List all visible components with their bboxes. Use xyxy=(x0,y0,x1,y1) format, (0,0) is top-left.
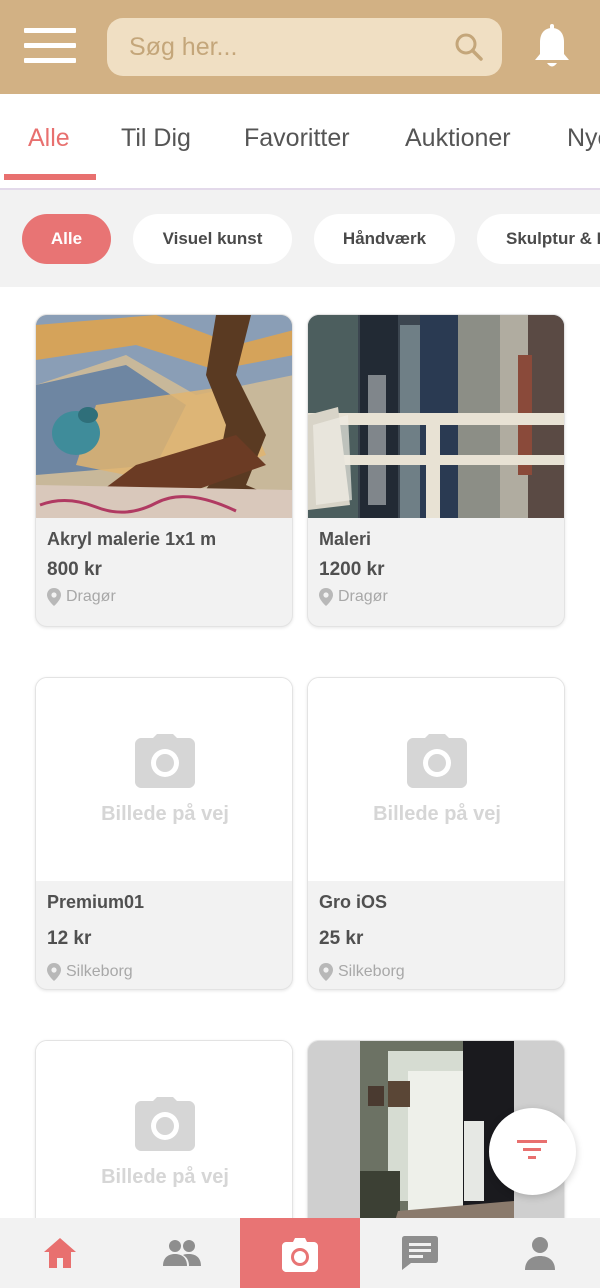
listing-location-text: Dragør xyxy=(338,588,388,605)
listing-price: 25 kr xyxy=(319,928,364,949)
listing-image xyxy=(308,315,564,518)
listing-card[interactable]: Billede på vej Gro iOS 25 kr Silkeborg xyxy=(307,677,565,990)
nav-home[interactable] xyxy=(0,1218,120,1288)
tab-til-dig[interactable]: Til Dig xyxy=(121,94,191,188)
image-placeholder: Billede på vej xyxy=(36,678,292,881)
image-placeholder: Billede på vej xyxy=(36,1041,292,1244)
search-bar[interactable] xyxy=(107,18,502,76)
image-placeholder: Billede på vej xyxy=(308,678,564,881)
listing-location: Dragør xyxy=(47,588,116,606)
hamburger-menu-icon[interactable] xyxy=(24,28,76,64)
chat-icon xyxy=(402,1236,438,1270)
image-placeholder-text: Billede på vej xyxy=(373,803,501,825)
image-placeholder-text: Billede på vej xyxy=(101,1166,229,1188)
category-tabs: Alle Til Dig Favoritter Auktioner Nye xyxy=(0,94,600,190)
tab-auktioner[interactable]: Auktioner xyxy=(405,94,511,188)
camera-icon xyxy=(282,1238,318,1272)
listing-location: Dragør xyxy=(319,588,388,606)
listing-title: Maleri xyxy=(319,529,372,549)
listing-image: Billede på vej xyxy=(36,678,292,881)
listing-image xyxy=(36,315,292,518)
location-pin-icon xyxy=(319,588,333,606)
listing-title: Gro iOS xyxy=(319,892,388,912)
people-icon xyxy=(163,1240,201,1266)
chip-visuel-kunst[interactable]: Visuel kunst xyxy=(133,214,292,264)
tab-nye[interactable]: Nye xyxy=(567,94,600,188)
bell-icon[interactable] xyxy=(532,24,572,70)
nav-messages[interactable] xyxy=(360,1218,480,1288)
nav-camera[interactable] xyxy=(240,1218,360,1288)
profile-icon xyxy=(525,1237,555,1270)
listing-card[interactable]: Akryl malerie 1x1 m 800 kr Dragør xyxy=(35,314,293,627)
location-pin-icon xyxy=(47,588,61,606)
chip-skulptur-design[interactable]: Skulptur & Design xyxy=(477,214,600,264)
listing-location: Silkeborg xyxy=(47,963,133,981)
listing-location: Silkeborg xyxy=(319,963,405,981)
nav-community[interactable] xyxy=(120,1218,240,1288)
chip-alle[interactable]: Alle xyxy=(22,214,111,264)
filter-chip-bar: Alle Visuel kunst Håndværk Skulptur & De… xyxy=(0,190,600,287)
search-input[interactable] xyxy=(129,18,449,76)
location-pin-icon xyxy=(47,963,61,981)
camera-icon xyxy=(407,734,467,788)
image-placeholder-text: Billede på vej xyxy=(101,803,229,825)
painting-image xyxy=(308,315,564,518)
listing-card[interactable]: Maleri 1200 kr Dragør xyxy=(307,314,565,627)
listing-location-text: Silkeborg xyxy=(338,963,405,980)
filter-button[interactable] xyxy=(489,1108,576,1195)
painting-image xyxy=(36,315,292,518)
camera-icon xyxy=(135,1097,195,1151)
filter-icon xyxy=(517,1140,547,1159)
listing-location-text: Dragør xyxy=(66,588,116,605)
camera-icon xyxy=(135,734,195,788)
chip-haandvaerk[interactable]: Håndværk xyxy=(314,214,455,264)
listing-price: 12 kr xyxy=(47,928,92,949)
listing-price: 800 kr xyxy=(47,559,102,580)
listing-title: Akryl malerie 1x1 m xyxy=(47,529,217,549)
tab-indicator xyxy=(4,174,96,180)
listing-title: Premium01 xyxy=(47,892,145,912)
location-pin-icon xyxy=(319,963,333,981)
nav-profile[interactable] xyxy=(480,1218,600,1288)
top-app-bar xyxy=(0,0,600,94)
listing-price: 1200 kr xyxy=(319,559,385,580)
listing-card[interactable]: Billede på vej Premium01 12 kr Silkeborg xyxy=(35,677,293,990)
tab-favoritter[interactable]: Favoritter xyxy=(244,94,350,188)
home-icon xyxy=(44,1238,76,1268)
app-root: Alle Til Dig Favoritter Auktioner Nye Al… xyxy=(0,0,600,1288)
listing-location-text: Silkeborg xyxy=(66,963,133,980)
listing-image: Billede på vej xyxy=(308,678,564,881)
bottom-navigation xyxy=(0,1218,600,1288)
search-icon[interactable] xyxy=(454,32,484,62)
listing-image: Billede på vej xyxy=(36,1041,292,1244)
